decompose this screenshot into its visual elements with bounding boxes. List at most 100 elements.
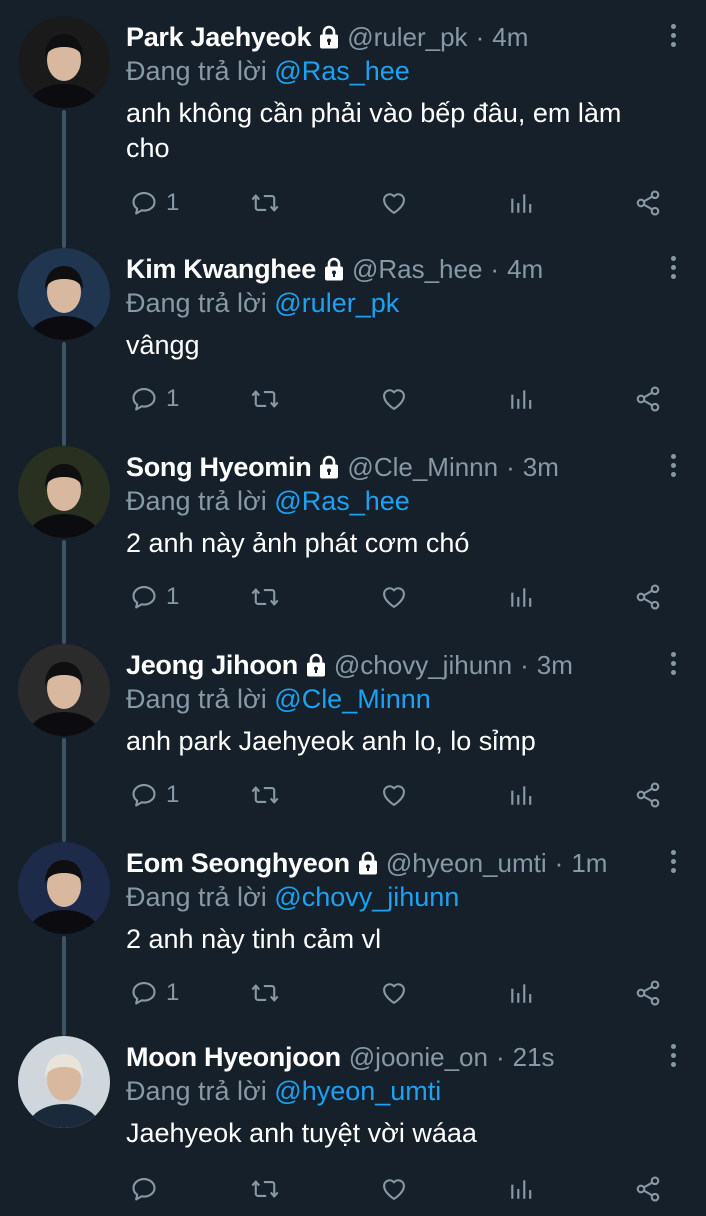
- username-handle[interactable]: @Cle_Minnn: [347, 452, 498, 483]
- retweet-icon: [250, 781, 280, 809]
- more-vertical-icon[interactable]: [670, 652, 678, 679]
- retweet-icon: [250, 583, 280, 611]
- display-name[interactable]: Park Jaehyeok: [126, 22, 312, 53]
- reply-button[interactable]: 1: [130, 186, 179, 220]
- display-name[interactable]: Song Hyeomin: [126, 452, 312, 483]
- share-button[interactable]: [634, 976, 662, 1010]
- analytics-button[interactable]: [508, 382, 534, 416]
- retweet-button[interactable]: [250, 382, 280, 416]
- more-vertical-icon[interactable]: [670, 256, 678, 283]
- tweet-header: Kim Kwanghee @Ras_hee · 4m: [126, 250, 646, 288]
- reply-bubble-icon: [130, 979, 158, 1007]
- replying-to: Đang trả lời @hyeon_umti: [126, 1076, 441, 1107]
- tweet-header: Song Hyeomin @Cle_Minnn · 3m: [126, 448, 646, 486]
- share-icon: [634, 1175, 662, 1203]
- avatar[interactable]: [18, 16, 110, 108]
- replying-to: Đang trả lời @ruler_pk: [126, 288, 399, 319]
- reply-button[interactable]: 1: [130, 382, 179, 416]
- reply-mention-link[interactable]: @Ras_hee: [274, 486, 410, 516]
- analytics-bars-icon: [508, 189, 534, 217]
- retweet-icon: [250, 385, 280, 413]
- reply-mention-link[interactable]: @Ras_hee: [274, 56, 410, 86]
- username-handle[interactable]: @ruler_pk: [347, 22, 467, 53]
- replying-to: Đang trả lời @Cle_Minnn: [126, 684, 431, 715]
- share-icon: [634, 385, 662, 413]
- like-button[interactable]: [380, 976, 408, 1010]
- reply-button[interactable]: 1: [130, 976, 179, 1010]
- retweet-button[interactable]: [250, 580, 280, 614]
- replying-to-label: Đang trả lời: [126, 288, 267, 318]
- tweet-actions: 1: [126, 382, 686, 416]
- timestamp[interactable]: 1m: [571, 848, 607, 879]
- avatar[interactable]: [18, 644, 110, 736]
- share-button[interactable]: [634, 580, 662, 614]
- share-button[interactable]: [634, 778, 662, 812]
- tweet[interactable]: Eom Seonghyeon @hyeon_umti · 1m Đang trả lời…: [0, 826, 706, 1036]
- reply-mention-link[interactable]: @ruler_pk: [274, 288, 399, 318]
- heart-icon: [380, 385, 408, 413]
- retweet-button[interactable]: [250, 186, 280, 220]
- reply-button[interactable]: 1: [130, 778, 179, 812]
- avatar[interactable]: [18, 842, 110, 934]
- separator-dot: ·: [490, 253, 500, 284]
- retweet-icon: [250, 979, 280, 1007]
- reply-count: 1: [166, 979, 180, 1006]
- timestamp[interactable]: 4m: [507, 254, 543, 285]
- username-handle[interactable]: @joonie_on: [349, 1042, 488, 1073]
- tweet[interactable]: Song Hyeomin @Cle_Minnn · 3m Đang trả lời @R…: [0, 430, 706, 644]
- heart-icon: [380, 979, 408, 1007]
- reply-mention-link[interactable]: @Cle_Minnn: [274, 684, 430, 714]
- timestamp[interactable]: 3m: [523, 452, 559, 483]
- retweet-button[interactable]: [250, 1172, 280, 1206]
- reply-button[interactable]: [130, 1172, 166, 1206]
- share-button[interactable]: [634, 382, 662, 416]
- more-vertical-icon[interactable]: [670, 1044, 678, 1071]
- username-handle[interactable]: @Ras_hee: [352, 254, 482, 285]
- timestamp[interactable]: 21s: [513, 1042, 555, 1073]
- display-name[interactable]: Eom Seonghyeon: [126, 848, 350, 879]
- reply-button[interactable]: 1: [130, 580, 179, 614]
- analytics-button[interactable]: [508, 580, 534, 614]
- analytics-bars-icon: [508, 583, 534, 611]
- analytics-button[interactable]: [508, 186, 534, 220]
- tweet[interactable]: Kim Kwanghee @Ras_hee · 4m Đang trả lời @rul…: [0, 232, 706, 446]
- separator-dot: ·: [554, 847, 564, 878]
- display-name[interactable]: Kim Kwanghee: [126, 254, 316, 285]
- tweet-text: vângg: [126, 330, 200, 360]
- timestamp[interactable]: 4m: [492, 22, 528, 53]
- timestamp[interactable]: 3m: [537, 650, 573, 681]
- reply-mention-link[interactable]: @chovy_jihunn: [274, 882, 459, 912]
- reply-bubble-icon: [130, 1175, 158, 1203]
- tweet[interactable]: Park Jaehyeok @ruler_pk · 4m Đang trả lời @R…: [0, 0, 706, 248]
- avatar[interactable]: [18, 1036, 110, 1128]
- display-name[interactable]: Jeong Jihoon: [126, 650, 298, 681]
- more-vertical-icon[interactable]: [670, 454, 678, 481]
- like-button[interactable]: [380, 186, 408, 220]
- share-button[interactable]: [634, 1172, 662, 1206]
- username-handle[interactable]: @chovy_jihunn: [334, 650, 512, 681]
- replying-to: Đang trả lời @chovy_jihunn: [126, 882, 459, 913]
- analytics-button[interactable]: [508, 1172, 534, 1206]
- analytics-button[interactable]: [508, 976, 534, 1010]
- more-vertical-icon[interactable]: [670, 850, 678, 877]
- avatar[interactable]: [18, 248, 110, 340]
- retweet-button[interactable]: [250, 976, 280, 1010]
- analytics-button[interactable]: [508, 778, 534, 812]
- share-button[interactable]: [634, 186, 662, 220]
- like-button[interactable]: [380, 1172, 408, 1206]
- tweet[interactable]: Jeong Jihoon @chovy_jihunn · 3m Đang trả lời…: [0, 628, 706, 842]
- like-button[interactable]: [380, 382, 408, 416]
- retweet-button[interactable]: [250, 778, 280, 812]
- retweet-icon: [250, 189, 280, 217]
- avatar[interactable]: [18, 446, 110, 538]
- like-button[interactable]: [380, 778, 408, 812]
- heart-icon: [380, 781, 408, 809]
- reply-mention-link[interactable]: @hyeon_umti: [274, 1076, 441, 1106]
- like-button[interactable]: [380, 580, 408, 614]
- separator-dot: ·: [520, 649, 529, 680]
- more-vertical-icon[interactable]: [670, 24, 678, 51]
- replying-to: Đang trả lời @Ras_hee: [126, 486, 410, 517]
- display-name[interactable]: Moon Hyeonjoon: [126, 1042, 341, 1073]
- username-handle[interactable]: @hyeon_umti: [386, 848, 547, 879]
- tweet[interactable]: Moon Hyeonjoon @joonie_on · 21s Đang trả lời…: [0, 1020, 706, 1216]
